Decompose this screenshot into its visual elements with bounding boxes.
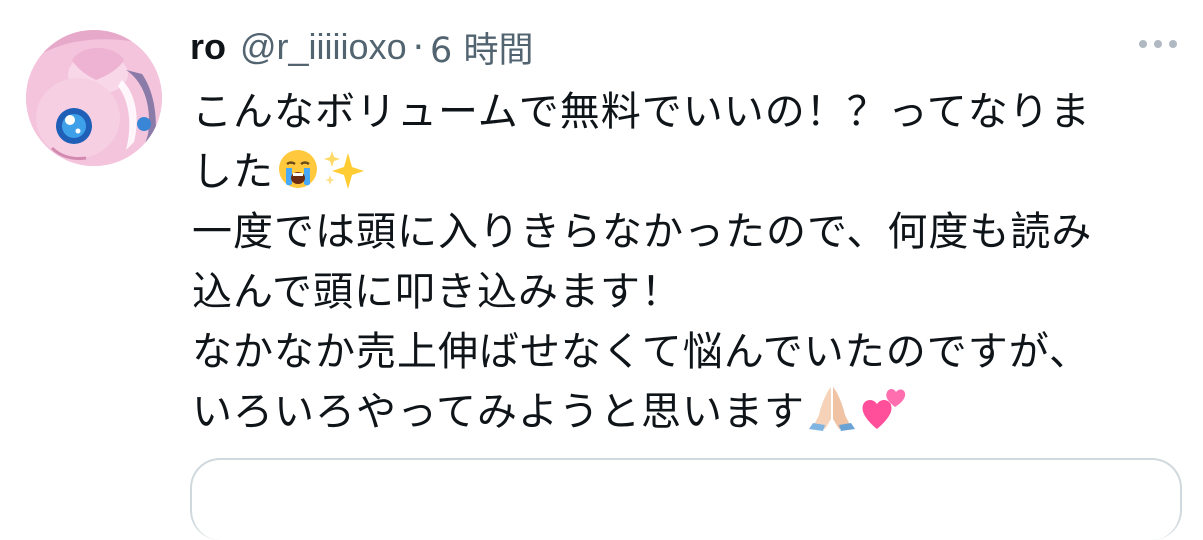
avatar[interactable] [26, 30, 162, 166]
tweet-line: なかなか売上伸ばせなくて悩んでいたのですが、 [192, 322, 1172, 382]
tweet-line-text: なかなか売上伸ばせなくて悩んでいたのですが、 [192, 329, 1090, 375]
display-name[interactable]: ro [190, 26, 226, 68]
tweet-header: ro @r_iiiiioxo · 6 時間 [190, 22, 533, 72]
tweet-line: いろいろやってみようと思います [192, 382, 1172, 442]
tweet-line: こんなボリュームで無料でいいの！？ってなりま [192, 82, 1172, 142]
more-dot [1154, 40, 1162, 48]
sparkles-icon [322, 147, 366, 208]
tweet-line-text: いろいろやってみようと思います [192, 389, 805, 435]
tweet-line: 一度では頭に入りきらなかったので、何度も読み [192, 202, 1172, 262]
crying-face-icon [276, 147, 320, 208]
tweet[interactable]: ro @r_iiiiioxo · 6 時間 こんなボリュームで無料でいいの！？っ… [0, 0, 1203, 540]
user-handle[interactable]: @r_iiiiioxo [240, 26, 407, 68]
tweet-line-text: 一度では頭に入りきらなかったので、何度も読み [192, 209, 1093, 255]
quoted-card[interactable] [190, 458, 1182, 540]
separator-dot: · [412, 26, 425, 68]
two-hearts-icon [859, 385, 907, 448]
more-icon[interactable] [1135, 36, 1181, 52]
tweet-line-text: した [192, 149, 274, 195]
folded-hands-icon [807, 383, 857, 448]
tweet-line: した [192, 142, 1172, 202]
more-dot [1139, 40, 1147, 48]
tweet-line-text: 込んで頭に叩き込みます！ [192, 269, 682, 315]
avatar-illustration [26, 30, 162, 166]
timestamp[interactable]: 6 時間 [430, 22, 533, 73]
more-dot [1169, 40, 1177, 48]
tweet-line: 込んで頭に叩き込みます！ [192, 262, 1172, 322]
tweet-text: こんなボリュームで無料でいいの！？ってなりま した 一度では頭に入りきらなかった [192, 82, 1172, 442]
tweet-line-text: こんなボリュームで無料でいいの！？ってなりま [192, 89, 1091, 135]
